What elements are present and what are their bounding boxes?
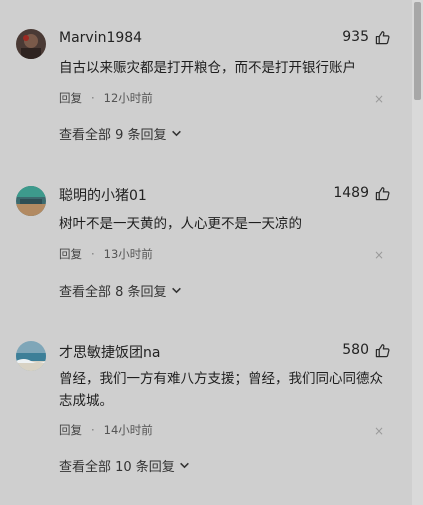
like-button[interactable]: 580 <box>342 342 390 358</box>
like-count: 1489 <box>333 185 369 201</box>
timestamp: 13小时前 <box>103 247 153 261</box>
chevron-down-icon <box>171 287 181 294</box>
avatar[interactable] <box>16 341 46 371</box>
timestamp: 12小时前 <box>103 91 153 105</box>
comment-meta: 回复 · 12小时前 <box>59 90 153 106</box>
view-all-label: 查看全部 9 条回复 <box>59 128 167 143</box>
comment-text: 曾经，我们一方有难八方支援；曾经，我们同心同德众志成城。 <box>59 371 383 409</box>
view-all-replies-button[interactable]: 查看全部 8 条回复 <box>59 281 182 300</box>
comment-meta: 回复 · 13小时前 <box>59 246 153 262</box>
like-count: 935 <box>342 29 369 45</box>
separator-dot: · <box>91 423 95 437</box>
view-all-replies-button[interactable]: 查看全部 9 条回复 <box>59 124 182 143</box>
username[interactable]: Marvin1984 <box>59 30 142 46</box>
view-all-replies-button[interactable]: 查看全部 10 条回复 <box>59 456 190 475</box>
thumbs-up-icon <box>375 30 390 44</box>
like-count: 580 <box>342 342 369 358</box>
close-icon[interactable]: × <box>374 424 384 438</box>
close-icon[interactable]: × <box>374 92 384 106</box>
chevron-down-icon <box>179 462 189 469</box>
view-all-label: 查看全部 10 条回复 <box>59 460 175 475</box>
reply-button[interactable]: 回复 <box>59 422 82 438</box>
comment-text: 树叶不是一天黄的，人心更不是一天凉的 <box>59 216 302 232</box>
comment-list: Marvin1984 935 自古以来赈灾都是打开粮仓，而不是打开银行账户 回复… <box>0 0 412 505</box>
like-button[interactable]: 935 <box>342 29 390 45</box>
chevron-down-icon <box>171 130 181 137</box>
thumbs-up-icon <box>375 343 390 357</box>
reply-button[interactable]: 回复 <box>59 246 82 262</box>
view-all-label: 查看全部 8 条回复 <box>59 285 167 300</box>
avatar[interactable] <box>16 29 46 59</box>
separator-dot: · <box>91 247 95 261</box>
separator-dot: · <box>91 91 95 105</box>
scrollbar-thumb[interactable] <box>414 2 421 100</box>
thumbs-up-icon <box>375 186 390 200</box>
username[interactable]: 聪明的小猪01 <box>59 185 147 205</box>
reply-button[interactable]: 回复 <box>59 90 82 106</box>
close-icon[interactable]: × <box>374 248 384 262</box>
comment-meta: 回复 · 14小时前 <box>59 422 153 438</box>
timestamp: 14小时前 <box>103 423 153 437</box>
scrollbar[interactable] <box>412 0 423 505</box>
like-button[interactable]: 1489 <box>333 185 390 201</box>
username[interactable]: 才思敏捷饭团na <box>59 342 160 362</box>
comment-text: 自古以来赈灾都是打开粮仓，而不是打开银行账户 <box>59 60 356 76</box>
avatar[interactable] <box>16 186 46 216</box>
